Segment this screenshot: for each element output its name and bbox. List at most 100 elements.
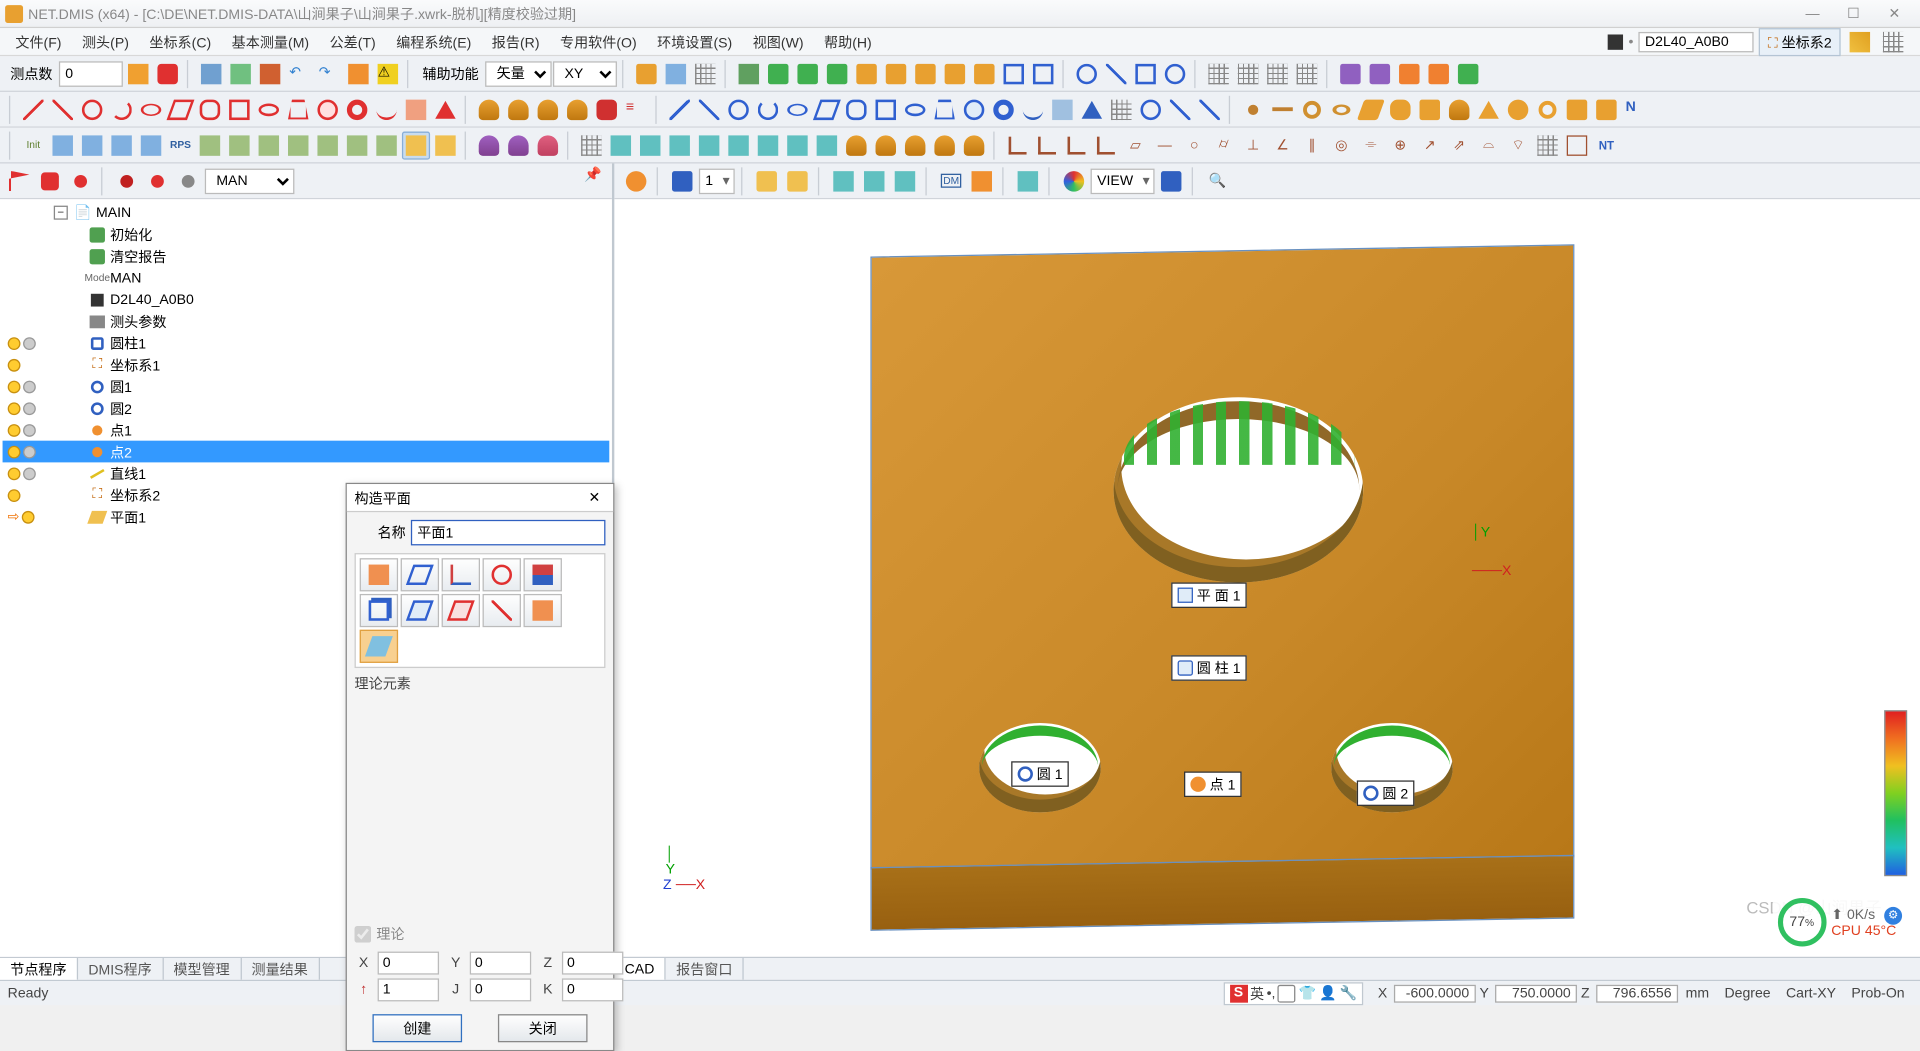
cs-rps-icon[interactable]: RPS	[166, 131, 194, 159]
vec-arrow-icon[interactable]: ↑	[355, 982, 373, 997]
solid-pt-icon[interactable]	[1239, 95, 1267, 123]
input-i[interactable]	[378, 978, 439, 1001]
snap-face-icon[interactable]	[1132, 59, 1160, 87]
menu-program[interactable]: 编程系统(E)	[386, 29, 482, 55]
cs-axis-icon[interactable]	[78, 131, 106, 159]
cpu-settings-icon[interactable]: ⚙	[1884, 906, 1902, 924]
menu-view[interactable]: 视图(W)	[742, 29, 813, 55]
vp-view-select[interactable]: VIEW	[1091, 168, 1155, 194]
view-wire-icon[interactable]	[1000, 59, 1028, 87]
tool-redo-icon[interactable]: ↷	[315, 59, 343, 87]
cs-bf-icon[interactable]	[255, 131, 283, 159]
tree-root[interactable]: −📄MAIN	[3, 202, 610, 224]
gdt-dist-icon[interactable]	[1004, 131, 1032, 159]
gdt-par-icon[interactable]: ∥	[1298, 131, 1326, 159]
cs-321-icon[interactable]	[108, 131, 136, 159]
play-icon[interactable]	[113, 167, 141, 195]
tool-path-icon[interactable]	[227, 59, 255, 87]
cad-db-icon[interactable]	[593, 95, 621, 123]
gdt-ang-icon[interactable]	[1062, 131, 1090, 159]
3d-viewport[interactable]: │Y ───X 平 面 1 圆 柱 1 圆 1 圆 2 点 1 │Y Z ──X…	[614, 199, 1920, 956]
gdt-dist2-icon[interactable]	[1033, 131, 1061, 159]
vp-refresh-icon[interactable]	[622, 167, 650, 195]
cad-cyl1-icon[interactable]	[475, 95, 503, 123]
meas-line-icon[interactable]	[49, 95, 77, 123]
mode-mid-icon[interactable]	[524, 558, 562, 591]
gdt-profs-icon[interactable]: ⌔	[1504, 131, 1532, 159]
solid-ell-icon[interactable]	[1327, 95, 1355, 123]
tree-item-6[interactable]: ⛶坐标系1	[3, 354, 610, 376]
gdt-round-icon[interactable]: ○	[1180, 131, 1208, 159]
vp-label-icon[interactable]	[1014, 167, 1042, 195]
mode-theory-icon[interactable]	[360, 630, 398, 663]
solid-text-icon[interactable]: N	[1622, 95, 1650, 123]
aux-combo[interactable]: 矢量	[485, 61, 552, 87]
menu-cs[interactable]: 坐标系(C)	[139, 29, 221, 55]
meas-plane-icon[interactable]	[166, 95, 194, 123]
cs-trans-icon[interactable]	[196, 131, 224, 159]
cs-origin-icon[interactable]	[49, 131, 77, 159]
tool-box-icon[interactable]	[632, 59, 660, 87]
cad-cyl4-icon[interactable]	[563, 95, 591, 123]
cons-ellipse-icon[interactable]	[783, 95, 811, 123]
meas-point-icon[interactable]	[19, 95, 47, 123]
cons-arc-icon[interactable]	[754, 95, 782, 123]
cs-selector-button[interactable]: ⛶ 坐标系2	[1759, 27, 1841, 55]
tab-dmis-program[interactable]: DMIS程序	[78, 958, 163, 980]
probe-mode[interactable]: Prob-On	[1844, 985, 1913, 1000]
snap-point-icon[interactable]	[1073, 59, 1101, 87]
tool-home-icon[interactable]	[344, 59, 372, 87]
tol-s7-icon[interactable]	[783, 131, 811, 159]
pin-icon[interactable]: 📌	[584, 166, 602, 183]
vp-grid2-icon[interactable]	[860, 167, 888, 195]
cad-cyl2-icon[interactable]	[504, 95, 532, 123]
mode-select[interactable]: MAN	[205, 168, 295, 194]
cpu-widget[interactable]: 77% ⬆ 0K/s ⚙ CPU 45°C	[1772, 895, 1907, 949]
ruler-icon[interactable]	[1846, 27, 1874, 55]
db-cyl2-icon[interactable]	[504, 131, 532, 159]
flag-icon[interactable]	[5, 167, 33, 195]
cs-copy-icon[interactable]	[372, 131, 400, 159]
tool-wand-icon[interactable]	[124, 59, 152, 87]
view-zoom-fit-icon[interactable]	[735, 59, 763, 87]
gdt-perp-icon[interactable]: ⊥	[1239, 131, 1267, 159]
solid-cone-icon[interactable]	[1475, 95, 1503, 123]
input-z[interactable]	[562, 952, 623, 975]
cons-int-icon[interactable]	[1137, 95, 1165, 123]
gdt-fcf-icon[interactable]	[1533, 131, 1561, 159]
close-button[interactable]: ✕	[1874, 2, 1915, 25]
tool-layers-icon[interactable]	[691, 59, 719, 87]
tool-run-icon[interactable]	[197, 59, 225, 87]
ime-box[interactable]: S 英 •, 👕 👤 🔧	[1223, 982, 1364, 1005]
view-hidden-icon[interactable]	[1029, 59, 1057, 87]
meas-rslot-icon[interactable]	[225, 95, 253, 123]
meas-cone-icon[interactable]	[284, 95, 312, 123]
tree-item-4[interactable]: 测头参数	[3, 310, 610, 332]
mode-parallel-icon[interactable]	[360, 594, 398, 627]
solid-sph-icon[interactable]	[1504, 95, 1532, 123]
vp-open-icon[interactable]	[753, 167, 781, 195]
tol-loc-icon[interactable]	[577, 131, 605, 159]
vp-grid3-icon[interactable]	[891, 167, 919, 195]
meas-sphere-icon[interactable]	[314, 95, 342, 123]
gdt-note-icon[interactable]: NT	[1592, 131, 1620, 159]
mode-perp-icon[interactable]	[442, 558, 480, 591]
view-pan-icon[interactable]	[794, 59, 822, 87]
tree-item-7[interactable]: 圆1	[3, 376, 610, 398]
vp-page-spinner[interactable]: 1	[699, 168, 735, 194]
meas-pts-spinner[interactable]: 0	[59, 61, 123, 87]
tab-model-mgmt[interactable]: 模型管理	[163, 958, 241, 980]
cons-line-icon[interactable]	[695, 95, 723, 123]
dialog-titlebar[interactable]: 构造平面 ✕	[347, 484, 613, 512]
snap-edge-icon[interactable]	[1102, 59, 1130, 87]
gdt-ang2-icon[interactable]: ∠	[1268, 131, 1296, 159]
win-split4-icon[interactable]	[1293, 59, 1321, 87]
feat-filter4-icon[interactable]	[1425, 59, 1453, 87]
cs-active-icon[interactable]	[402, 131, 430, 159]
tree-item-8[interactable]: 圆2	[3, 397, 610, 419]
meas-surf-icon[interactable]	[402, 95, 430, 123]
gdt-conc-icon[interactable]: ◎	[1327, 131, 1355, 159]
snap-center-icon[interactable]	[1161, 59, 1189, 87]
meas-cone2-icon[interactable]	[431, 95, 459, 123]
gdt-pos-icon[interactable]: ⊕	[1386, 131, 1414, 159]
